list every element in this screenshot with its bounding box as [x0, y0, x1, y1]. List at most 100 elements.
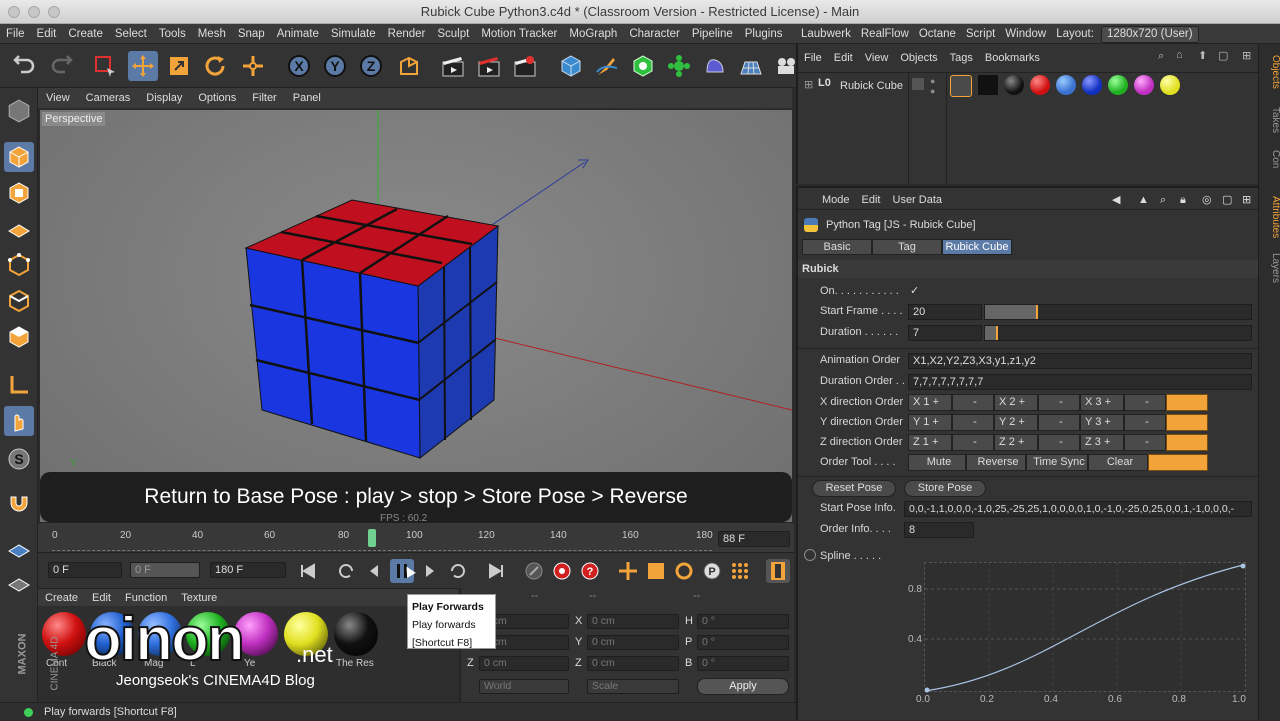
- material-menu-texture[interactable]: Texture: [174, 592, 224, 604]
- close-window-button[interactable]: [8, 6, 20, 18]
- preview-max-field[interactable]: 180 F: [210, 562, 286, 578]
- preview-min-field[interactable]: 0 F: [48, 562, 122, 578]
- playhead-handle[interactable]: [368, 529, 376, 547]
- size-z-field[interactable]: 0 cm: [587, 656, 679, 671]
- render-settings-button[interactable]: [510, 51, 540, 81]
- menu-file[interactable]: File: [0, 28, 31, 40]
- search-icon[interactable]: ⌕: [1160, 190, 1166, 210]
- reset-pose-button[interactable]: Reset Pose: [812, 480, 896, 497]
- render-view-button[interactable]: [438, 51, 468, 81]
- rotation-h-field[interactable]: 0 °: [697, 614, 789, 629]
- menu-create[interactable]: Create: [62, 28, 109, 40]
- attr-menu-user-data[interactable]: User Data: [887, 194, 949, 206]
- polygons-mode-button[interactable]: [4, 322, 34, 352]
- material-tag[interactable]: [1030, 75, 1050, 95]
- home-icon[interactable]: ⌂: [1176, 49, 1183, 61]
- grid-snap-2-button[interactable]: [4, 568, 34, 598]
- viewport-menu-view[interactable]: View: [38, 92, 78, 104]
- side-tab-objects[interactable]: Objects: [1259, 50, 1280, 94]
- side-tab-layers[interactable]: Layers: [1259, 250, 1280, 286]
- material-tag[interactable]: [1082, 75, 1102, 95]
- store-pose-button[interactable]: Store Pose: [904, 480, 986, 497]
- undo-button[interactable]: [10, 51, 40, 81]
- object-menu-tags[interactable]: Tags: [944, 52, 979, 64]
- animation-order-field[interactable]: X1,X2,Y2,Z3,X3,y1,z1,y2: [908, 353, 1252, 369]
- y2-plus-button[interactable]: Y 2 +: [994, 414, 1038, 431]
- spline-graph[interactable]: [924, 562, 1247, 693]
- side-tab-content[interactable]: Con: [1259, 144, 1280, 174]
- move-tool-button[interactable]: [128, 51, 158, 81]
- on-checkbox[interactable]: ✓: [910, 284, 919, 297]
- spline-anim-toggle[interactable]: [804, 549, 816, 561]
- reverse-button[interactable]: Reverse: [966, 454, 1026, 471]
- y-axis-lock-button[interactable]: Y: [320, 51, 350, 81]
- up-arrow-icon[interactable]: ⬆: [1198, 49, 1207, 62]
- add-pen-button[interactable]: [592, 51, 622, 81]
- menu-realflow[interactable]: RealFlow: [856, 28, 914, 40]
- menu-snap[interactable]: Snap: [232, 28, 271, 40]
- add-floor-button[interactable]: [736, 51, 766, 81]
- visibility-dots-icon[interactable]: ● ●: [930, 76, 935, 96]
- menu-animate[interactable]: Animate: [271, 28, 325, 40]
- record-active-objects-button[interactable]: [522, 559, 546, 583]
- tweak-mode-button[interactable]: [4, 406, 34, 436]
- order-tool-color-swatch[interactable]: [1148, 454, 1208, 471]
- magnet-button[interactable]: [4, 490, 34, 520]
- material-tag[interactable]: [1134, 75, 1154, 95]
- layout-select[interactable]: 1280x720 (User): [1100, 26, 1199, 43]
- menu-select[interactable]: Select: [109, 28, 153, 40]
- object-menu-edit[interactable]: Edit: [828, 52, 859, 64]
- tab-rubick-cube[interactable]: Rubick Cube: [942, 239, 1012, 255]
- section-header-rubick[interactable]: Rubick: [798, 260, 1258, 278]
- edges-mode-button[interactable]: [4, 286, 34, 316]
- order-info-field[interactable]: 8: [904, 522, 974, 538]
- object-menu-bookmarks[interactable]: Bookmarks: [979, 52, 1046, 64]
- object-menu-objects[interactable]: Objects: [894, 52, 943, 64]
- add-subdivision-button[interactable]: [628, 51, 658, 81]
- side-tab-attributes[interactable]: Attributes: [1259, 192, 1280, 242]
- up-arrow-icon[interactable]: ▲: [1138, 190, 1149, 210]
- z3-plus-button[interactable]: Z 3 +: [1080, 434, 1124, 451]
- z1-minus-button[interactable]: -: [952, 434, 994, 451]
- points-mode-button[interactable]: [4, 250, 34, 280]
- new-window-icon[interactable]: ▢: [1222, 190, 1232, 210]
- grid-snap-button[interactable]: [4, 534, 34, 564]
- key-parameter-button[interactable]: P: [700, 559, 724, 583]
- size-x-field[interactable]: 0 cm: [587, 614, 679, 629]
- x1-plus-button[interactable]: X 1 +: [908, 394, 952, 411]
- x3-plus-button[interactable]: X 3 +: [1080, 394, 1124, 411]
- y2-minus-button[interactable]: -: [1038, 414, 1080, 431]
- rotation-p-field[interactable]: 0 °: [697, 635, 789, 650]
- menu-mograph[interactable]: MoGraph: [563, 28, 623, 40]
- timeline-layout-button[interactable]: [766, 559, 790, 583]
- material-menu-function[interactable]: Function: [118, 592, 174, 604]
- lock-icon[interactable]: 🔒︎: [1180, 190, 1186, 210]
- expand-toggle-icon[interactable]: ⊞: [804, 78, 813, 91]
- autokeying-button[interactable]: [550, 559, 574, 583]
- apply-button[interactable]: Apply: [697, 678, 789, 695]
- y-direction-color-swatch[interactable]: [1166, 414, 1208, 431]
- material-tag[interactable]: [1056, 75, 1076, 95]
- x-axis-lock-button[interactable]: X: [284, 51, 314, 81]
- menu-character[interactable]: Character: [623, 28, 686, 40]
- axis-mode-button[interactable]: [4, 370, 34, 400]
- viewport-menu-panel[interactable]: Panel: [285, 92, 329, 104]
- key-position-button[interactable]: [616, 559, 640, 583]
- side-tab-takes[interactable]: Takes: [1259, 100, 1280, 140]
- rotation-b-field[interactable]: 0 °: [697, 656, 789, 671]
- size-y-field[interactable]: 0 cm: [587, 635, 679, 650]
- key-rotation-button[interactable]: [672, 559, 696, 583]
- material-menu-create[interactable]: Create: [38, 592, 85, 604]
- x3-minus-button[interactable]: -: [1124, 394, 1166, 411]
- viewport-menu-options[interactable]: Options: [190, 92, 244, 104]
- x1-minus-button[interactable]: -: [952, 394, 994, 411]
- model-mode-button[interactable]: [4, 142, 34, 172]
- viewport-menu-filter[interactable]: Filter: [244, 92, 284, 104]
- search-icon[interactable]: ⌕: [1158, 50, 1164, 63]
- position-z-field[interactable]: 0 cm: [479, 656, 569, 671]
- rotate-tool-button[interactable]: [200, 51, 230, 81]
- z-axis-lock-button[interactable]: Z: [356, 51, 386, 81]
- goto-previous-key-button[interactable]: [334, 559, 358, 583]
- key-pla-button[interactable]: [728, 559, 752, 583]
- menu-edit[interactable]: Edit: [31, 28, 63, 40]
